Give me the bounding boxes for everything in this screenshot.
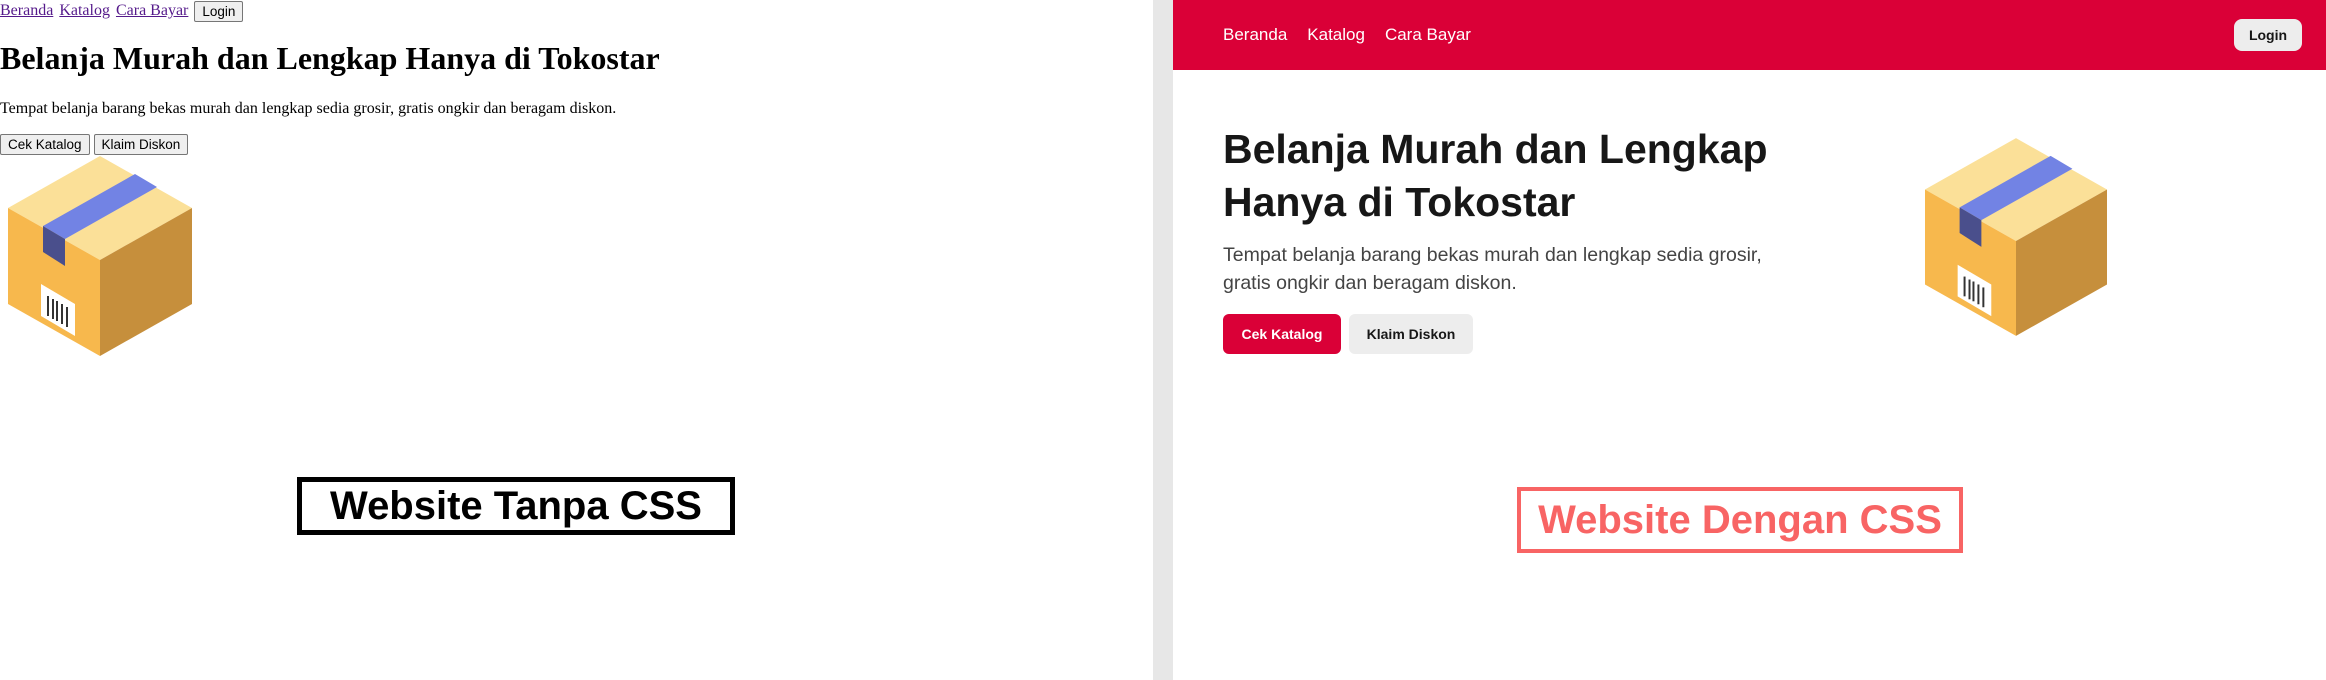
caption-website-dengan-css: Website Dengan CSS (1517, 487, 1963, 553)
nav-link-katalog[interactable]: Katalog (59, 2, 110, 20)
panel-divider (1153, 0, 1173, 680)
login-button[interactable]: Login (194, 0, 244, 22)
nav-link-cara-bayar[interactable]: Cara Bayar (1385, 25, 1471, 45)
navbar: Beranda Katalog Cara Bayar Login (1173, 0, 2326, 70)
plain-navigation: Beranda Katalog Cara Bayar Login (0, 0, 244, 22)
hero-heading: Belanja Murah dan Lengkap Hanya di Tokos… (0, 40, 660, 76)
package-box-icon (8, 156, 192, 356)
nav-link-beranda[interactable]: Beranda (1223, 25, 1287, 45)
hero-heading: Belanja Murah dan Lengkap Hanya di Tokos… (1223, 126, 1768, 225)
hero-buttons: Cek Katalog Klaim Diskon (0, 134, 189, 155)
klaim-diskon-button[interactable]: Klaim Diskon (1349, 314, 1473, 354)
klaim-diskon-button[interactable]: Klaim Diskon (93, 134, 189, 155)
nav-link-cara-bayar[interactable]: Cara Bayar (116, 2, 188, 20)
cek-katalog-button[interactable]: Cek Katalog (1223, 314, 1341, 354)
login-button[interactable]: Login (2234, 19, 2302, 51)
cek-katalog-button[interactable]: Cek Katalog (0, 134, 90, 155)
hero-buttons: Cek Katalog Klaim Diskon (1223, 314, 1473, 354)
navbar-links: Beranda Katalog Cara Bayar (1223, 0, 1471, 70)
nav-link-beranda[interactable]: Beranda (0, 2, 53, 20)
website-with-css-panel: Beranda Katalog Cara Bayar Login Belanja… (1173, 0, 2326, 680)
package-box-icon (1925, 138, 2107, 336)
hero-description: Tempat belanja barang bekas murah dan le… (1223, 244, 1762, 294)
hero-description: Tempat belanja barang bekas murah dan le… (0, 100, 617, 117)
caption-website-tanpa-css: Website Tanpa CSS (297, 477, 735, 535)
nav-link-katalog[interactable]: Katalog (1307, 25, 1365, 45)
website-without-css-panel: Beranda Katalog Cara Bayar Login Belanja… (0, 0, 1153, 680)
